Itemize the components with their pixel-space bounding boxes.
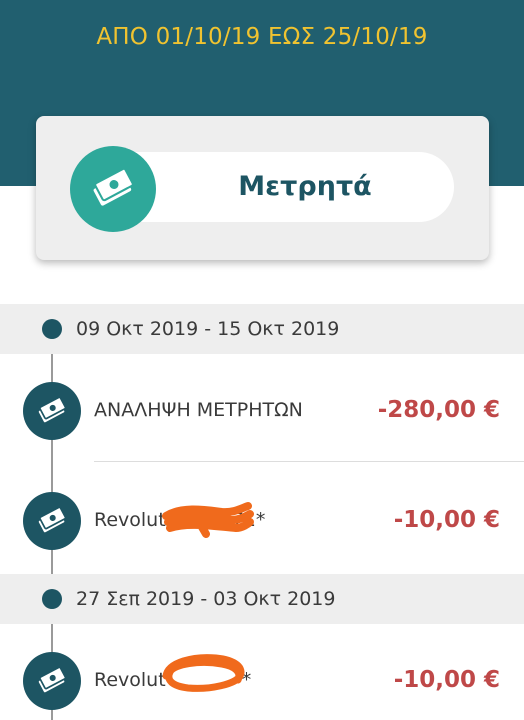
cash-icon (23, 652, 81, 710)
transaction-merchant: Revolut (94, 509, 166, 531)
timeline-dot (42, 319, 62, 339)
week-label: 27 Σεπ 2019 - 03 Οκτ 2019 (76, 588, 336, 610)
week-header: 27 Σεπ 2019 - 03 Οκτ 2019 (0, 574, 524, 624)
transaction-amount: -280,00 € (377, 397, 500, 423)
redaction-scribble (162, 502, 254, 538)
week-label: 09 Οκτ 2019 - 15 Οκτ 2019 (76, 318, 340, 340)
transaction-amount: -10,00 € (393, 507, 500, 533)
cash-icon (23, 382, 81, 440)
week-header: 09 Οκτ 2019 - 15 Οκτ 2019 (0, 304, 524, 354)
transaction-row[interactable]: Revolut 71* -10,00 € (0, 470, 524, 570)
transaction-description: ΑΝΑΛΗΨΗ ΜΕΤΡΗΤΩΝ (94, 399, 303, 421)
cash-icon (70, 146, 156, 232)
transaction-row[interactable]: Revolut * -10,00 € (0, 630, 524, 720)
cash-icon (23, 492, 81, 550)
transaction-merchant: Revolut (94, 669, 166, 691)
row-divider (94, 461, 524, 462)
redaction-scribble (162, 654, 245, 692)
account-card[interactable]: Μετρητά (36, 116, 489, 260)
transaction-row[interactable]: ΑΝΑΛΗΨΗ ΜΕΤΡΗΤΩΝ -280,00 € (0, 360, 524, 460)
account-title: Μετρητά (238, 171, 372, 202)
timeline-dot (42, 589, 62, 609)
date-range-label: ΑΠΟ 01/10/19 ΕΩΣ 25/10/19 (96, 24, 428, 50)
transaction-amount: -10,00 € (393, 667, 500, 693)
